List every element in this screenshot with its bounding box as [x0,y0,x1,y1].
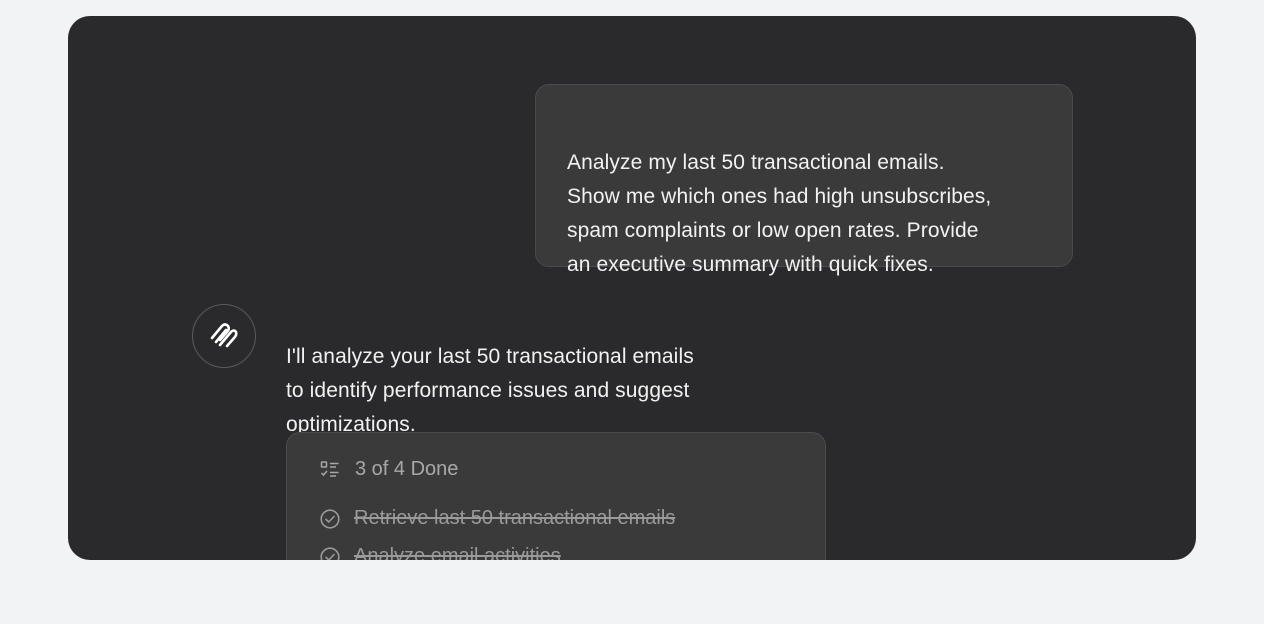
task-item: Analyze email activities [320,545,561,560]
task-progress-header: 3 of 4 Done [320,458,458,481]
assistant-avatar [192,304,256,368]
task-item-label: Analyze email activities [354,545,561,560]
assistant-message: I'll analyze your last 50 transactional … [286,306,806,442]
check-circle-icon [320,546,340,560]
task-progress-label: 3 of 4 Done [355,458,459,480]
assistant-logo-icon [207,317,241,356]
checklist-icon [320,460,340,480]
user-message-bubble: Analyze my last 50 transactional emails.… [535,84,1073,276]
chat-panel: Analyze my last 50 transactional emails.… [68,16,1196,560]
user-message-text: Analyze my last 50 transactional emails.… [567,151,992,276]
check-circle-icon [320,508,340,529]
assistant-message-text: I'll analyze your last 50 transactional … [286,345,694,436]
task-item: Retrieve last 50 transactional emails [320,507,675,530]
task-progress-card: 3 of 4 Done Retrieve last 50 transaction… [286,432,826,560]
task-item-label: Retrieve last 50 transactional emails [354,507,676,529]
